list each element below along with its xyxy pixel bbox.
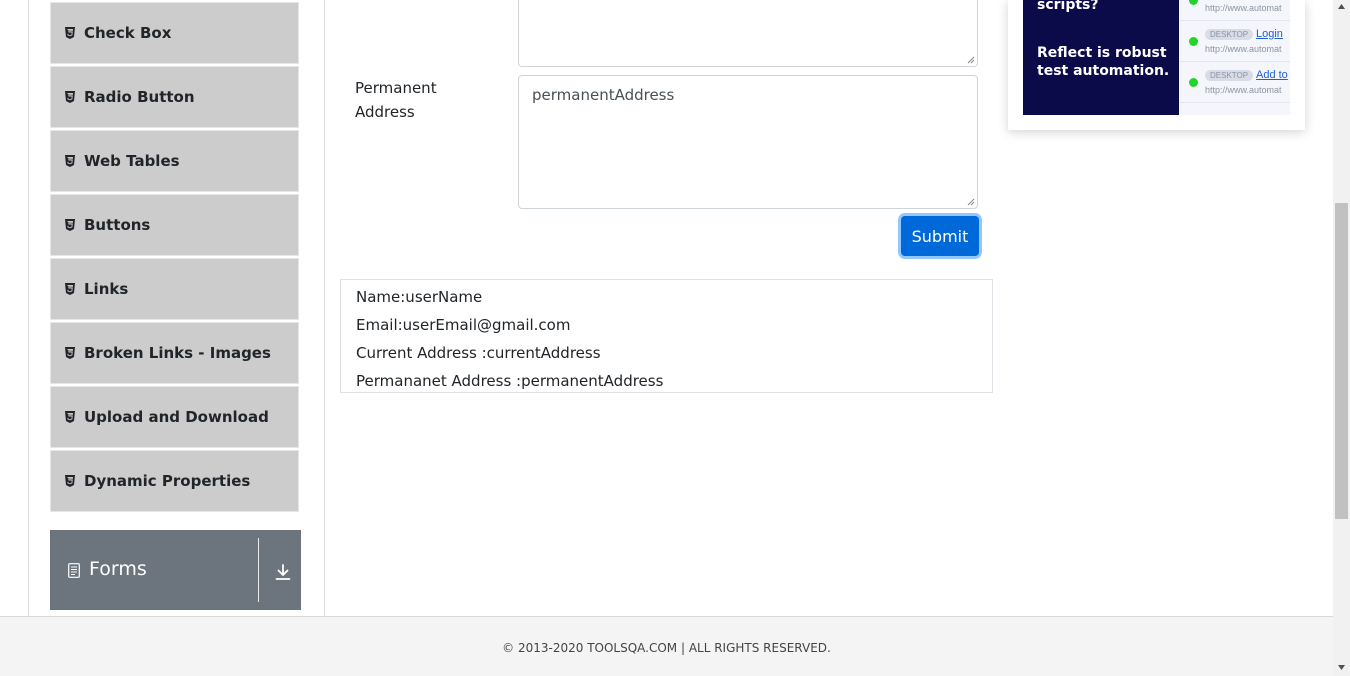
ad-tagline: Reflect is robust test automation. <box>1037 45 1170 79</box>
sidebar-item-dynamic-properties[interactable]: Dynamic Properties <box>50 450 299 512</box>
html5-icon <box>65 91 75 103</box>
ad-badge: DESKTOP <box>1205 29 1254 40</box>
sidebar-item-check-box[interactable]: Check Box <box>50 2 299 64</box>
ad-url: http://www.automat <box>1205 44 1282 54</box>
status-dot-icon <box>1189 78 1198 87</box>
sidebar-item-web-tables[interactable]: Web Tables <box>50 130 299 192</box>
footer-copyright: © 2013-2020 TOOLSQA.COM | ALL RIGHTS RES… <box>502 641 831 655</box>
page: Check Box Radio Button Web Tables Button… <box>0 0 1333 676</box>
submit-button[interactable]: Submit <box>901 216 979 256</box>
output-email: Email:userEmail@gmail.com <box>356 316 571 334</box>
resize-handle-icon[interactable] <box>967 56 975 64</box>
current-address-textarea[interactable] <box>518 0 978 67</box>
output-name: Name:userName <box>356 288 483 306</box>
ad-question: scripts? <box>1037 0 1099 13</box>
resize-handle-icon[interactable] <box>967 198 975 206</box>
output-permanent-address: Permananet Address :permanentAddress <box>356 372 664 390</box>
sidebar-item-label: Web Tables <box>84 152 180 170</box>
sidebar-item-label: Radio Button <box>84 88 195 106</box>
scroll-down-arrow-icon[interactable] <box>1337 664 1346 671</box>
sidebar-item-label: Broken Links - Images <box>84 344 271 362</box>
html5-icon <box>65 411 75 423</box>
permanent-address-textarea[interactable]: permanentAddress <box>518 75 978 209</box>
sidebar-item-radio-button[interactable]: Radio Button <box>50 66 299 128</box>
permanent-address-label: Permanent Address <box>355 79 437 121</box>
ad-row: DESKTOP Login http://www.automat <box>1179 21 1290 62</box>
ad-url: http://www.automat <box>1205 3 1282 13</box>
advertisement-banner[interactable]: scripts? Reflect is robust test automati… <box>1008 0 1305 130</box>
html5-icon <box>65 475 75 487</box>
ad-row: http://www.automat <box>1179 0 1290 21</box>
vertical-scrollbar[interactable] <box>1333 0 1350 676</box>
sidebar-group-label: Forms <box>89 558 147 580</box>
ad-screenshot-panel: http://www.automat DESKTOP Login http://… <box>1179 0 1290 115</box>
divider <box>258 538 259 602</box>
sidebar-item-links[interactable]: Links <box>50 258 299 320</box>
footer: © 2013-2020 TOOLSQA.COM | ALL RIGHTS RES… <box>0 616 1333 676</box>
sidebar-item-label: Upload and Download <box>84 408 269 426</box>
divider <box>324 0 325 616</box>
sidebar-item-label: Check Box <box>84 24 172 42</box>
html5-icon <box>65 283 75 295</box>
html5-icon <box>65 27 75 39</box>
ad-url: http://www.automat <box>1205 85 1282 95</box>
scroll-up-arrow-icon[interactable] <box>1337 3 1346 10</box>
output-box: Name:userName Email:userEmail@gmail.com … <box>340 279 993 393</box>
ad-badge: DESKTOP <box>1205 70 1254 81</box>
sidebar-item-buttons[interactable]: Buttons <box>50 194 299 256</box>
ad-row: DESKTOP Add to http://www.automat <box>1179 62 1290 103</box>
sidebar-item-upload-download[interactable]: Upload and Download <box>50 386 299 448</box>
permanent-address-value: permanentAddress <box>532 86 675 104</box>
output-current-address: Current Address :currentAddress <box>356 344 601 362</box>
status-dot-icon <box>1189 0 1198 5</box>
sidebar-item-label: Links <box>84 280 129 298</box>
scrollbar-thumb[interactable] <box>1335 203 1348 519</box>
html5-icon <box>65 347 75 359</box>
ad-link: Add to <box>1256 69 1288 81</box>
divider <box>28 0 29 616</box>
document-icon <box>68 563 80 578</box>
sidebar-item-label: Dynamic Properties <box>84 472 251 490</box>
html5-icon <box>65 155 75 167</box>
status-dot-icon <box>1189 37 1198 46</box>
sidebar-item-broken-links[interactable]: Broken Links - Images <box>50 322 299 384</box>
sidebar-group-forms[interactable]: Forms <box>50 530 301 610</box>
ad-link: Login <box>1256 28 1283 40</box>
ad-text-panel: scripts? Reflect is robust test automati… <box>1023 0 1179 115</box>
download-arrow-icon[interactable] <box>274 563 292 581</box>
sidebar-item-label: Buttons <box>84 216 151 234</box>
html5-icon <box>65 219 75 231</box>
